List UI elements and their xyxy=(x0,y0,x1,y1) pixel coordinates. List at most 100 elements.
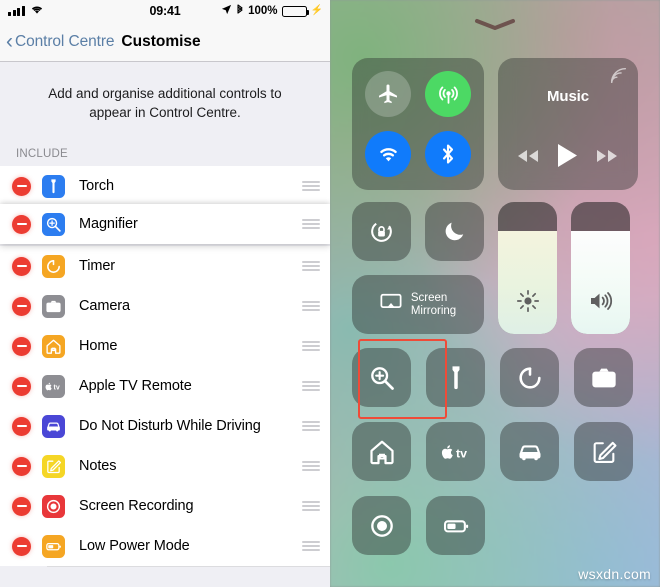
list-item-label: Magnifier xyxy=(79,216,138,232)
volume-slider-fill xyxy=(571,231,630,334)
remove-minus-icon[interactable] xyxy=(12,296,31,316)
control-centre-row-2: Screen Mirroring xyxy=(352,202,638,334)
control-centre-row-1: Music xyxy=(352,58,638,190)
list-item[interactable]: Notes xyxy=(0,446,330,486)
reorder-handle-icon[interactable] xyxy=(302,541,320,551)
notes-pencil-icon xyxy=(590,438,618,466)
tile-wrapper xyxy=(574,348,633,407)
music-title: Music xyxy=(546,88,589,105)
list-item[interactable]: Magnifier xyxy=(0,204,330,244)
include-list: Torch Magnifier Timer Camera Home Apple TV Re… xyxy=(0,166,330,566)
list-item[interactable]: Do Not Disturb While Driving xyxy=(0,406,330,446)
list-item-label: Timer xyxy=(79,258,116,274)
torch-icon xyxy=(442,364,470,392)
timer-icon xyxy=(516,364,544,392)
remove-minus-icon[interactable] xyxy=(12,456,31,476)
magnifier-tile[interactable] xyxy=(352,348,411,407)
volume-slider[interactable] xyxy=(571,202,630,334)
list-item[interactable]: Camera xyxy=(0,286,330,326)
tile-wrapper xyxy=(426,348,485,407)
airplay-screen-icon xyxy=(380,293,402,316)
rewind-icon[interactable] xyxy=(517,149,540,168)
screen-recording-tile[interactable] xyxy=(352,496,411,555)
chevron-left-icon: ‹ xyxy=(6,30,13,53)
description-text: Add and organise additional controls to … xyxy=(48,86,282,120)
airplane-mode-toggle[interactable] xyxy=(365,71,411,117)
back-button[interactable]: ‹ Control Centre xyxy=(6,30,115,53)
remove-minus-icon[interactable] xyxy=(12,496,31,516)
list-item-app-icon xyxy=(42,212,65,236)
list-item-app-icon xyxy=(42,294,65,318)
reorder-handle-icon[interactable] xyxy=(302,501,320,511)
tile-wrapper xyxy=(352,496,411,555)
location-arrow-icon xyxy=(221,4,232,18)
play-icon[interactable] xyxy=(557,143,578,173)
battery-percent-label: 100% xyxy=(248,5,278,17)
camera-tile[interactable] xyxy=(574,348,633,407)
list-item-label: Low Power Mode xyxy=(79,538,190,554)
dnd-driving-tile[interactable] xyxy=(500,422,559,481)
remove-minus-icon[interactable] xyxy=(12,336,31,356)
volume-speaker-icon xyxy=(588,289,614,318)
rotation-lock-toggle[interactable] xyxy=(352,202,411,261)
home-tile[interactable] xyxy=(352,422,411,481)
brightness-sun-icon xyxy=(516,289,540,318)
list-item[interactable]: Torch xyxy=(0,166,330,206)
do-not-disturb-toggle[interactable] xyxy=(425,202,484,261)
remove-minus-icon[interactable] xyxy=(12,214,31,234)
list-item[interactable]: Timer xyxy=(0,246,330,286)
notes-tile[interactable] xyxy=(574,422,633,481)
list-item[interactable]: Home xyxy=(0,326,330,366)
list-item-label: Camera xyxy=(79,298,130,314)
reorder-handle-icon[interactable] xyxy=(302,181,320,191)
remove-minus-icon[interactable] xyxy=(12,376,31,396)
screen-mirroring-label-line1: Screen xyxy=(410,291,448,304)
remove-minus-icon[interactable] xyxy=(12,176,31,196)
toggles-column: Screen Mirroring xyxy=(352,202,484,334)
timer-tile[interactable] xyxy=(500,348,559,407)
screen-mirroring-button[interactable]: Screen Mirroring xyxy=(352,275,484,334)
low-power-mode-tile[interactable] xyxy=(426,496,485,555)
torch-tile[interactable] xyxy=(426,348,485,407)
bluetooth-icon xyxy=(236,3,244,19)
site-watermark: wsxdn.com xyxy=(578,566,651,582)
control-centre-tile-grid xyxy=(352,339,638,555)
tile-wrapper xyxy=(426,496,485,555)
reorder-handle-icon[interactable] xyxy=(302,219,320,229)
brightness-slider[interactable] xyxy=(498,202,557,334)
list-item-app-icon xyxy=(42,534,65,558)
wifi-toggle[interactable] xyxy=(365,131,411,177)
remove-minus-icon[interactable] xyxy=(12,416,31,436)
remove-minus-icon[interactable] xyxy=(12,256,31,276)
battery-full-icon xyxy=(281,5,310,17)
reorder-handle-icon[interactable] xyxy=(302,341,320,351)
list-item[interactable]: Apple TV Remote xyxy=(0,366,330,406)
apple-tv-icon xyxy=(441,437,471,467)
airplay-audio-icon[interactable] xyxy=(610,67,627,89)
apple-tv-remote-tile[interactable] xyxy=(426,422,485,481)
list-item-app-icon xyxy=(42,254,65,278)
list-item[interactable]: Low Power Mode xyxy=(0,526,330,566)
settings-pane: 09:41 100% ⚡ ‹ Control Centre Customise … xyxy=(0,0,330,587)
status-bar: 09:41 100% ⚡ xyxy=(0,0,330,22)
list-item[interactable]: Screen Recording xyxy=(0,486,330,526)
cellular-data-toggle[interactable] xyxy=(425,71,471,117)
page-title: Customise xyxy=(121,32,201,50)
reorder-handle-icon[interactable] xyxy=(302,461,320,471)
reorder-handle-icon[interactable] xyxy=(302,261,320,271)
charging-bolt-icon: ⚡ xyxy=(310,5,323,16)
remove-minus-icon[interactable] xyxy=(12,536,31,556)
list-item-app-icon xyxy=(42,414,65,438)
magnifier-icon xyxy=(368,364,396,392)
camera-icon xyxy=(590,364,618,392)
reorder-handle-icon[interactable] xyxy=(302,301,320,311)
list-item-label: Home xyxy=(79,338,118,354)
music-widget[interactable]: Music xyxy=(498,58,638,190)
reorder-handle-icon[interactable] xyxy=(302,421,320,431)
fast-forward-icon[interactable] xyxy=(596,149,619,168)
list-item-label: Do Not Disturb While Driving xyxy=(79,418,261,434)
music-controls xyxy=(498,143,638,173)
control-centre-grid: Music Screen Mirroring xyxy=(330,0,660,587)
reorder-handle-icon[interactable] xyxy=(302,381,320,391)
bluetooth-toggle[interactable] xyxy=(425,131,471,177)
